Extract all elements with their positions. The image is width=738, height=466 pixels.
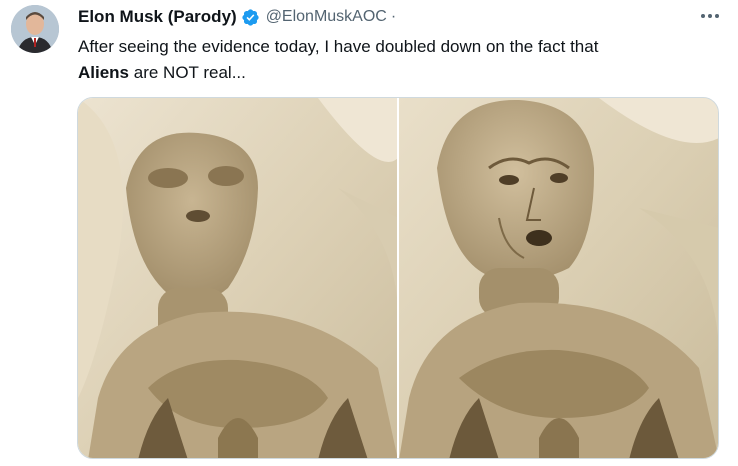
tweet-text-bold: Aliens <box>78 63 130 82</box>
tweet-header: Elon Musk (Parody) @ElonMuskAOC · <box>78 6 396 28</box>
display-name[interactable]: Elon Musk (Parody) <box>78 7 237 27</box>
tweet-text-rest: are NOT real... <box>129 63 246 82</box>
tweet-media <box>77 97 719 459</box>
media-image-face[interactable] <box>399 98 718 458</box>
tweet-text-line-1: After seeing the evidence today, I have … <box>78 37 599 56</box>
more-options-icon[interactable] <box>698 6 722 26</box>
tweet-text: After seeing the evidence today, I have … <box>78 34 718 86</box>
tweet-text-line-2: Aliens are NOT real... <box>78 60 718 86</box>
tweet-card: Elon Musk (Parody) @ElonMuskAOC · After … <box>0 0 738 466</box>
avatar[interactable] <box>11 5 59 53</box>
media-image-alien[interactable] <box>78 98 397 458</box>
header-separator: · <box>390 8 397 25</box>
verified-badge-icon[interactable] <box>241 8 260 27</box>
author-handle[interactable]: @ElonMuskAOC <box>266 8 387 26</box>
